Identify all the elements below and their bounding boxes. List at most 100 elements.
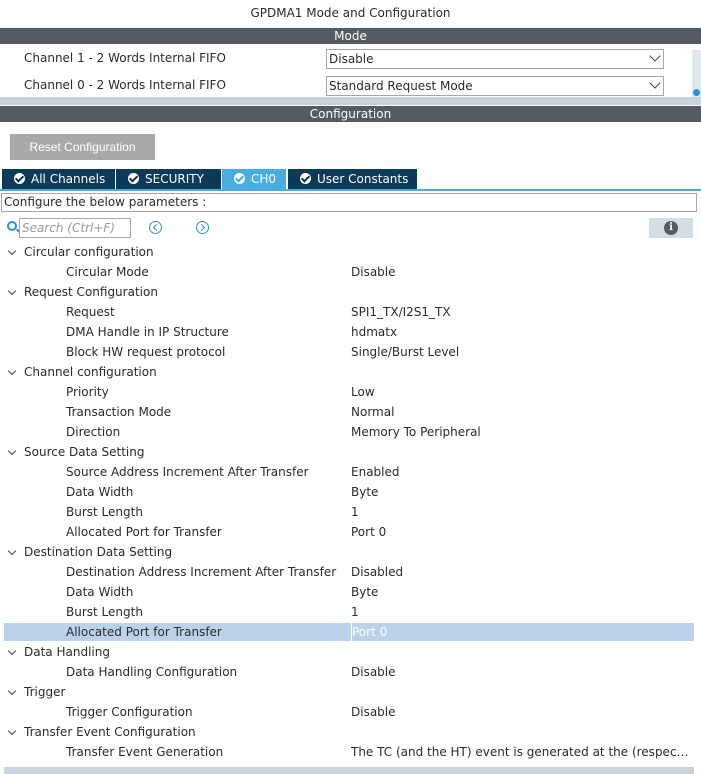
mode-row-channel0: Channel 0 - 2 Words Internal FIFO Standa… (0, 74, 690, 98)
tab-label: User Constants (317, 172, 409, 186)
parameter-value[interactable]: Byte (351, 582, 693, 602)
parameter-label: Allocated Port for Transfer (66, 625, 222, 639)
info-button[interactable]: i (649, 218, 693, 238)
parameter-value[interactable]: hdmatx (351, 322, 693, 342)
parameter-row[interactable]: Circular Mode Disable (0, 262, 701, 282)
chevron-down-icon (649, 50, 661, 62)
parameter-value[interactable]: 1 (351, 602, 693, 622)
parameter-value[interactable]: Disable (351, 662, 693, 682)
parameter-label: DMA Handle in IP Structure (66, 325, 229, 339)
search-next-icon[interactable] (196, 221, 209, 234)
parameter-value[interactable]: 1 (351, 502, 693, 522)
scrollbar-thumb[interactable] (693, 89, 700, 96)
tree-group[interactable]: Transfer Event Configuration (0, 722, 701, 742)
mode-row-channel1: Channel 1 - 2 Words Internal FIFO Disabl… (0, 47, 690, 71)
group-label: Data Handling (24, 645, 110, 659)
tree-group[interactable]: Circular configuration (0, 242, 701, 262)
parameter-value[interactable]: Low (351, 382, 693, 402)
tab-ch0[interactable]: CH0 (222, 169, 286, 189)
parameter-value[interactable]: Normal (351, 402, 693, 422)
reset-configuration-button[interactable]: Reset Configuration (10, 134, 155, 160)
chevron-down-icon (649, 77, 661, 89)
check-circle-icon (128, 173, 139, 184)
mode-horizontal-scrollbar[interactable] (0, 97, 701, 105)
tree-group[interactable]: Channel configuration (0, 362, 701, 382)
parameter-row[interactable]: Allocated Port for Transfer Port 0 (0, 622, 701, 642)
parameter-label: Data Width (66, 485, 134, 499)
parameter-label: Circular Mode (66, 265, 149, 279)
check-circle-icon (234, 173, 245, 184)
parameter-label: Transaction Mode (66, 405, 172, 419)
tree-group[interactable]: Source Data Setting (0, 442, 701, 462)
tree-group[interactable]: Destination Data Setting (0, 542, 701, 562)
parameter-label: Destination Address Increment After Tran… (66, 565, 337, 579)
parameter-value[interactable]: Memory To Peripheral (351, 422, 693, 442)
group-label: Trigger (24, 685, 66, 699)
parameter-label: Request (66, 305, 115, 319)
parameter-row[interactable]: Transfer Event Generation The TC (and the… (0, 742, 701, 762)
chevron-down-icon[interactable] (7, 646, 17, 656)
parameter-row[interactable]: Data Width Byte (0, 582, 701, 602)
parameter-label: Burst Length (66, 505, 143, 519)
chevron-down-icon[interactable] (7, 246, 17, 256)
search-icon (7, 221, 17, 231)
parameter-value[interactable]: Byte (351, 482, 693, 502)
check-circle-icon (14, 173, 25, 184)
tab-security[interactable]: SECURITY (116, 169, 221, 189)
channel0-mode-select[interactable]: Standard Request Mode (326, 76, 664, 96)
tab-underline (0, 189, 701, 191)
parameter-row[interactable]: Destination Address Increment After Tran… (0, 562, 701, 582)
select-value: Standard Request Mode (329, 79, 473, 93)
parameter-row[interactable]: Direction Memory To Peripheral (0, 422, 701, 442)
mode-label: Channel 0 - 2 Words Internal FIFO (24, 78, 226, 92)
parameter-label: Data Handling Configuration (66, 665, 238, 679)
parameter-row[interactable]: Request SPI1_TX/I2S1_TX (0, 302, 701, 322)
parameter-label: Transfer Event Generation (66, 745, 224, 759)
parameter-row[interactable]: Block HW request protocol Single/Burst Le… (0, 342, 701, 362)
parameter-row[interactable]: Transaction Mode Normal (0, 402, 701, 422)
tab-user-constants[interactable]: User Constants (288, 169, 417, 189)
chevron-down-icon[interactable] (7, 546, 17, 556)
parameter-value[interactable]: Disable (351, 262, 693, 282)
parameter-row[interactable]: Trigger Configuration Disable (0, 702, 701, 722)
parameter-value[interactable]: Enabled (351, 462, 693, 482)
group-label: Circular configuration (24, 245, 154, 259)
channel1-mode-select[interactable]: Disable (326, 49, 664, 69)
parameter-value[interactable]: Port 0 (351, 622, 693, 642)
parameter-row[interactable]: DMA Handle in IP Structure hdmatx (0, 322, 701, 342)
parameter-row[interactable]: Burst Length 1 (0, 602, 701, 622)
parameter-row[interactable]: Allocated Port for Transfer Port 0 (0, 522, 701, 542)
chevron-down-icon[interactable] (7, 726, 17, 736)
chevron-down-icon[interactable] (7, 366, 17, 376)
chevron-down-icon[interactable] (7, 286, 17, 296)
parameter-label: Priority (66, 385, 109, 399)
parameter-value[interactable]: Port 0 (351, 522, 693, 542)
horizontal-scrollbar[interactable] (4, 767, 694, 774)
chevron-down-icon[interactable] (7, 446, 17, 456)
parameter-row[interactable]: Data Width Byte (0, 482, 701, 502)
parameter-row[interactable]: Data Handling Configuration Disable (0, 662, 701, 682)
search-previous-icon[interactable] (149, 221, 162, 234)
parameter-value[interactable]: Single/Burst Level (351, 342, 693, 362)
tab-label: SECURITY (145, 172, 204, 186)
parameter-row[interactable]: Priority Low (0, 382, 701, 402)
mode-vertical-scrollbar[interactable] (692, 50, 701, 98)
mode-header: Mode (0, 28, 701, 44)
parameter-value[interactable]: Disable (351, 702, 693, 722)
tree-group[interactable]: Data Handling (0, 642, 701, 662)
parameter-label: Allocated Port for Transfer (66, 525, 222, 539)
parameter-value[interactable]: SPI1_TX/I2S1_TX (351, 302, 693, 322)
parameter-value[interactable]: Disabled (351, 562, 693, 582)
parameter-value[interactable]: The TC (and the HT) event is generated a… (351, 742, 693, 762)
parameter-row[interactable]: Source Address Increment After Transfer E… (0, 462, 701, 482)
search-input[interactable] (19, 218, 131, 238)
group-label: Source Data Setting (24, 445, 145, 459)
chevron-down-icon[interactable] (7, 686, 17, 696)
info-icon: i (664, 221, 678, 235)
tree-group[interactable]: Trigger (0, 682, 701, 702)
tree-group[interactable]: Request Configuration (0, 282, 701, 302)
tab-all-channels[interactable]: All Channels (2, 169, 115, 189)
tab-label: CH0 (251, 172, 277, 186)
group-label: Request Configuration (24, 285, 158, 299)
parameter-row[interactable]: Burst Length 1 (0, 502, 701, 522)
